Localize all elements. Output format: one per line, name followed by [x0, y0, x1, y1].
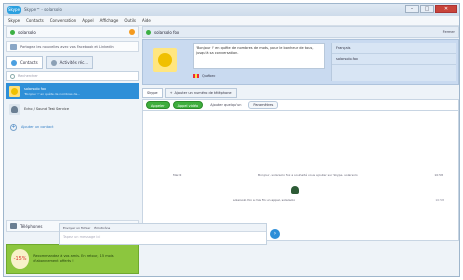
tab-contacts-label: Contacts — [20, 60, 38, 65]
profile-name: solarsolo — [18, 29, 36, 35]
close-conversation-link[interactable]: Fermer — [443, 30, 455, 34]
online-status-icon — [10, 29, 15, 35]
mood-message: 'Bonjour !' en quête de nombres de mots,… — [193, 43, 325, 69]
contact-name: Echo / Sound Test Service — [24, 106, 69, 111]
call-ended-icon — [291, 186, 299, 194]
search-placeholder: Rechercher — [18, 74, 38, 78]
promo-badge: -15% — [11, 249, 30, 269]
message-input[interactable]: Tapez un message ici — [60, 232, 266, 242]
credit-icon[interactable] — [129, 29, 135, 35]
profile-card: 'Bonjour !' en quête de nombres de mots,… — [142, 39, 459, 85]
search-input[interactable]: Rechercher — [6, 71, 139, 81]
status-row[interactable]: solarsolo — [6, 26, 139, 38]
minimize-button[interactable]: – — [405, 5, 419, 13]
menu-help[interactable]: Aide — [142, 18, 151, 23]
promo-banner[interactable]: -15% Recommandez à vos amis. En retour, … — [6, 244, 139, 274]
add-contact-label: Ajouter un contact — [21, 125, 54, 129]
history-time: 10:58 — [434, 173, 443, 177]
close-button[interactable]: ✕ — [435, 5, 457, 13]
duck-avatar — [9, 85, 20, 97]
history-date: Mardi — [173, 173, 182, 177]
share-icon — [10, 43, 17, 50]
history-text: Bonjour, solarsolo fox a souhaité vous a… — [258, 173, 358, 177]
add-contact-link[interactable]: + Ajouter un contact — [6, 121, 139, 133]
call-actions: Appeler Appel vidéo Ajouter quelqu'un Pa… — [142, 99, 459, 111]
search-icon — [10, 73, 15, 79]
conversation-contact-name: solarsolo fox — [154, 29, 180, 35]
send-file-button[interactable]: Envoyer un fichier — [63, 226, 90, 230]
tab-skype-label: Skype — [147, 90, 158, 95]
call-button[interactable]: Appeler — [146, 101, 170, 109]
tab-skype[interactable]: Skype — [142, 88, 163, 98]
tab-contacts[interactable]: Contacts — [6, 56, 43, 69]
phones-label: Téléphones — [20, 223, 43, 229]
call-time: 10:58 — [435, 198, 444, 202]
contact-avatar — [153, 48, 177, 72]
country-row: Québec — [193, 74, 215, 78]
tab-add-phone[interactable]: + Ajouter un numéro de téléphone — [164, 88, 237, 98]
emoticon-button[interactable]: Émoticône — [94, 226, 110, 230]
flag-icon — [193, 74, 199, 78]
menu-bar: Skype Contacts Conversation Appel Affich… — [4, 16, 459, 26]
skype-logo: Skype — [7, 6, 21, 14]
contact-tabs: Contacts Activités réc... — [6, 56, 139, 69]
conversation-header: solarsolo fox Fermer — [142, 26, 459, 38]
settings-button[interactable]: Paramètres — [248, 101, 279, 109]
skype-window: Skype Skype™ - solarsolo – □ ✕ Skype Con… — [3, 3, 460, 277]
phone-icon — [10, 223, 17, 229]
menu-tools[interactable]: Outils — [124, 18, 136, 23]
maximize-button[interactable]: □ — [420, 5, 434, 13]
skype-id-label: solarsolo.fox — [332, 54, 456, 65]
tab-add-phone-label: Ajouter un numéro de téléphone — [174, 90, 232, 95]
plus-icon: + — [10, 123, 17, 131]
add-people-button[interactable]: Ajouter quelqu'un — [206, 101, 245, 109]
menu-call[interactable]: Appel — [82, 18, 93, 23]
clock-icon — [50, 59, 57, 66]
share-label: Partagez les nouvelles avec vos Facebook… — [20, 44, 114, 49]
share-row[interactable]: Partagez les nouvelles avec vos Facebook… — [6, 41, 139, 52]
menu-view[interactable]: Affichage — [100, 18, 119, 23]
country-label: Québec — [202, 74, 216, 78]
profile-side-info: Français solarsolo.fox — [331, 43, 456, 81]
contact-item[interactable]: solarsolo fox 'Bonjour !' en quête de no… — [6, 83, 139, 99]
online-status-icon — [146, 29, 151, 35]
chat-tabs: Skype + Ajouter un numéro de téléphone — [142, 88, 459, 98]
contact-item[interactable]: Echo / Sound Test Service — [6, 101, 139, 117]
title-bar: Skype Skype™ - solarsolo – □ ✕ — [4, 4, 459, 16]
menu-conversation[interactable]: Conversation — [50, 18, 76, 23]
contacts-icon — [11, 59, 17, 66]
tab-recent[interactable]: Activités réc... — [45, 56, 94, 69]
tab-recent-label: Activités réc... — [59, 60, 89, 65]
video-call-button[interactable]: Appel vidéo — [172, 101, 204, 109]
send-button[interactable]: › — [270, 229, 280, 239]
menu-contacts[interactable]: Contacts — [26, 18, 44, 23]
call-ended-text: solarsolo fox a mis fin un appel, solars… — [233, 198, 296, 202]
person-avatar — [9, 103, 20, 115]
promo-text: Recommandez à vos amis. En retour, 15 mo… — [33, 254, 114, 263]
chat-history: Mardi Bonjour, solarsolo fox a souhaité … — [142, 111, 459, 241]
plus-icon: + — [169, 90, 173, 95]
contact-mood: 'Bonjour !' en quête de nombres de... — [24, 91, 81, 96]
menu-skype[interactable]: Skype — [8, 18, 20, 23]
message-composer: Envoyer un fichier Émoticône Tapez un me… — [59, 223, 267, 245]
language-label: Français — [332, 43, 456, 54]
history-message: Mardi Bonjour, solarsolo fox a souhaité … — [173, 173, 443, 177]
window-title: Skype™ - solarsolo — [24, 7, 62, 12]
composer-toolbar: Envoyer un fichier Émoticône — [60, 224, 266, 232]
